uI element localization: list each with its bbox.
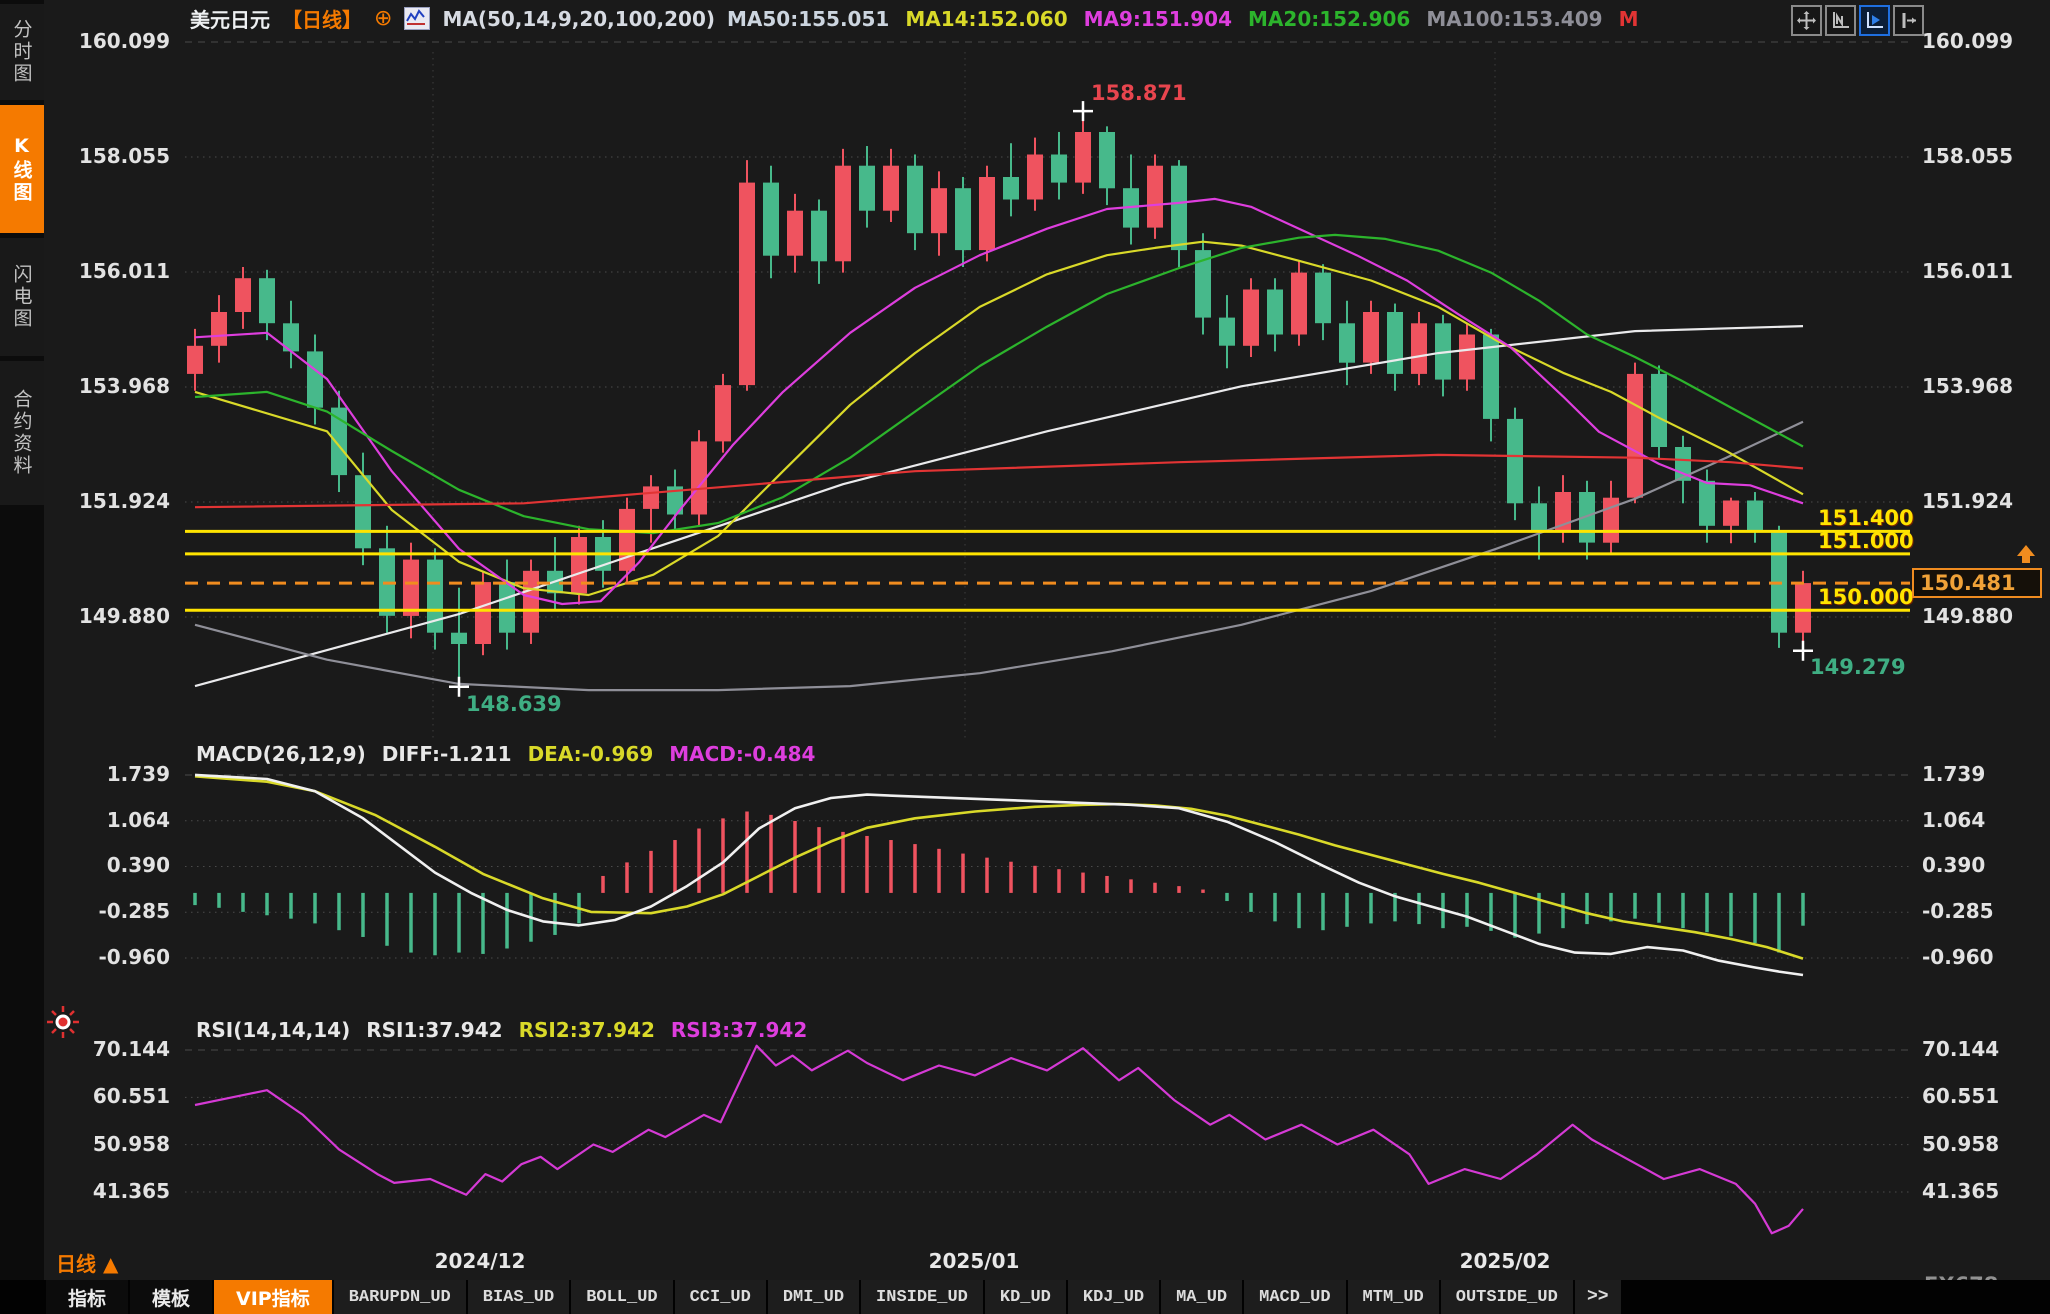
y-axis-label: -0.285 <box>52 899 170 923</box>
period-label: 日线 <box>56 1252 96 1276</box>
axis-play-icon[interactable] <box>1859 5 1890 36</box>
symbol-title: 美元日元 <box>190 4 270 33</box>
sidebar-item-合约资料[interactable]: 合约资料 <box>0 361 44 505</box>
y-axis-label: -0.960 <box>52 945 170 969</box>
rsi2-value: RSI2:37.942 <box>519 1018 655 1042</box>
macd-value: MACD:-0.484 <box>669 742 815 766</box>
ma-value-label: M <box>1619 7 1639 31</box>
pan-tool-icon[interactable] <box>1791 5 1822 36</box>
price-level-tag: 151.400 <box>1818 506 1908 530</box>
period-selector[interactable]: 日线 ▲ <box>56 1248 118 1277</box>
y-axis-label: 160.099 <box>1922 29 2040 53</box>
right-margin-icon[interactable] <box>1893 5 1924 36</box>
y-axis-label: 158.055 <box>52 144 170 168</box>
y-axis-label: 151.924 <box>1922 489 2040 513</box>
bottom-tab-指标[interactable]: 指标 <box>46 1280 128 1314</box>
ma-group-label: MA(50,14,9,20,100,200) <box>442 7 715 31</box>
sidebar-item-分时图[interactable]: 分时图 <box>0 4 44 100</box>
price-up-arrow-icon <box>2015 545 2037 570</box>
bottom-tab-bias_ud[interactable]: BIAS_UD <box>468 1280 569 1314</box>
bottom-tab-dmi_ud[interactable]: DMI_UD <box>768 1280 859 1314</box>
bottom-tab-macd_ud[interactable]: MACD_UD <box>1244 1280 1345 1314</box>
y-axis-label: 1.064 <box>1922 808 2040 832</box>
y-axis-label: 1.739 <box>1922 762 2040 786</box>
y-axis-label: 156.011 <box>52 259 170 283</box>
chart-header: 美元日元 【日线】 ⊕ MA(50,14,9,20,100,200) MA50:… <box>190 4 1638 33</box>
indicator-tab-bar: 指标模板VIP指标BARUPDN_UDBIAS_UDBOLL_UDCCI_UDD… <box>0 1280 2050 1314</box>
triangle-up-icon: ▲ <box>103 1252 118 1276</box>
view-toolbar <box>1791 5 1924 36</box>
macd-dea-value: DEA:-0.969 <box>528 742 654 766</box>
y-axis-label: 0.390 <box>52 853 170 877</box>
y-axis-label: 60.551 <box>1922 1084 2040 1108</box>
bottom-tab-vip[interactable]: VIP指标 <box>214 1280 332 1314</box>
bottom-tab-inside_ud[interactable]: INSIDE_UD <box>861 1280 983 1314</box>
bottom-tab-模板[interactable]: 模板 <box>130 1280 212 1314</box>
price-level-tag: 150.000 <box>1818 585 1908 609</box>
current-price-box: 150.481 <box>1912 568 2042 598</box>
bottom-tab-boll_ud[interactable]: BOLL_UD <box>571 1280 672 1314</box>
ma-value-label: MA9:151.904 <box>1084 7 1232 31</box>
macd-panel-header: MACD(26,12,9) DIFF:-1.211 DEA:-0.969 MAC… <box>196 742 815 766</box>
chart-type-sidebar: 分时图 K线图闪电图合约资料 <box>0 0 44 1280</box>
ma-value-label: MA100:153.409 <box>1426 7 1602 31</box>
y-axis-label: 156.011 <box>1922 259 2040 283</box>
y-axis-label: -0.960 <box>1922 945 2040 969</box>
y-axis-label: 153.968 <box>1922 374 2040 398</box>
recent-low-annotation: 149.279 <box>1810 655 1906 679</box>
mini-chart-icon[interactable] <box>404 7 430 30</box>
ma-value-label: MA14:152.060 <box>905 7 1067 31</box>
ma-value-label: MA50:155.051 <box>727 7 889 31</box>
y-axis-label: 0.390 <box>1922 853 2040 877</box>
y-axis-label: 70.144 <box>1922 1037 2040 1061</box>
y-axis-label: 41.365 <box>52 1179 170 1203</box>
axis-scale-icon[interactable] <box>1825 5 1856 36</box>
y-axis-label: 1.739 <box>52 762 170 786</box>
rsi-title: RSI(14,14,14) <box>196 1018 350 1042</box>
y-axis-label: -0.285 <box>1922 899 2040 923</box>
y-axis-label: 149.880 <box>1922 604 2040 628</box>
price-level-tag: 151.000 <box>1818 529 1908 553</box>
y-axis-label: 1.064 <box>52 808 170 832</box>
high-price-annotation: 158.871 <box>1091 81 1187 105</box>
macd-diff-value: DIFF:-1.211 <box>382 742 512 766</box>
link-circle-icon[interactable]: ⊕ <box>374 6 392 31</box>
ma-values: MA50:155.051 MA14:152.060 MA9:151.904 MA20:… <box>727 7 1638 31</box>
rsi1-value: RSI1:37.942 <box>366 1018 502 1042</box>
bottom-tab-cci_ud[interactable]: CCI_UD <box>675 1280 766 1314</box>
y-axis-label: 60.551 <box>52 1084 170 1108</box>
bottom-tab-ma_ud[interactable]: MA_UD <box>1161 1280 1242 1314</box>
ma-value-label: MA20:152.906 <box>1248 7 1410 31</box>
sidebar-item-K线图[interactable]: K线图 <box>0 105 44 233</box>
y-axis-label: 158.055 <box>1922 144 2040 168</box>
bottom-tab-outside_ud[interactable]: OUTSIDE_UD <box>1441 1280 1573 1314</box>
bottom-tab-more[interactable]: >> <box>1575 1280 1621 1314</box>
x-axis-date-label: 2025/02 <box>1435 1249 1575 1273</box>
bottom-tab-barupdn_ud[interactable]: BARUPDN_UD <box>334 1280 466 1314</box>
bottom-tab-kdj_ud[interactable]: KDJ_UD <box>1068 1280 1159 1314</box>
low-price-annotation: 148.639 <box>466 692 562 716</box>
y-axis-label: 41.365 <box>1922 1179 2040 1203</box>
x-axis-date-label: 2025/01 <box>904 1249 1044 1273</box>
y-axis-label: 160.099 <box>52 29 170 53</box>
y-axis-label: 149.880 <box>52 604 170 628</box>
macd-title: MACD(26,12,9) <box>196 742 366 766</box>
period-tag[interactable]: 【日线】 <box>282 4 362 33</box>
rsi-panel-header: RSI(14,14,14) RSI1:37.942 RSI2:37.942 RS… <box>196 1018 807 1042</box>
y-axis-label: 50.958 <box>52 1132 170 1156</box>
bottom-tab-mtm_ud[interactable]: MTM_UD <box>1348 1280 1439 1314</box>
x-axis-date-label: 2024/12 <box>410 1249 550 1273</box>
y-axis-label: 50.958 <box>1922 1132 2040 1156</box>
bottom-tab-kd_ud[interactable]: KD_UD <box>985 1280 1066 1314</box>
sidebar-item-闪电图[interactable]: 闪电图 <box>0 238 44 356</box>
y-axis-label: 151.924 <box>52 489 170 513</box>
rsi3-value: RSI3:37.942 <box>671 1018 807 1042</box>
y-axis-label: 153.968 <box>52 374 170 398</box>
alert-sun-icon[interactable] <box>46 1005 80 1044</box>
